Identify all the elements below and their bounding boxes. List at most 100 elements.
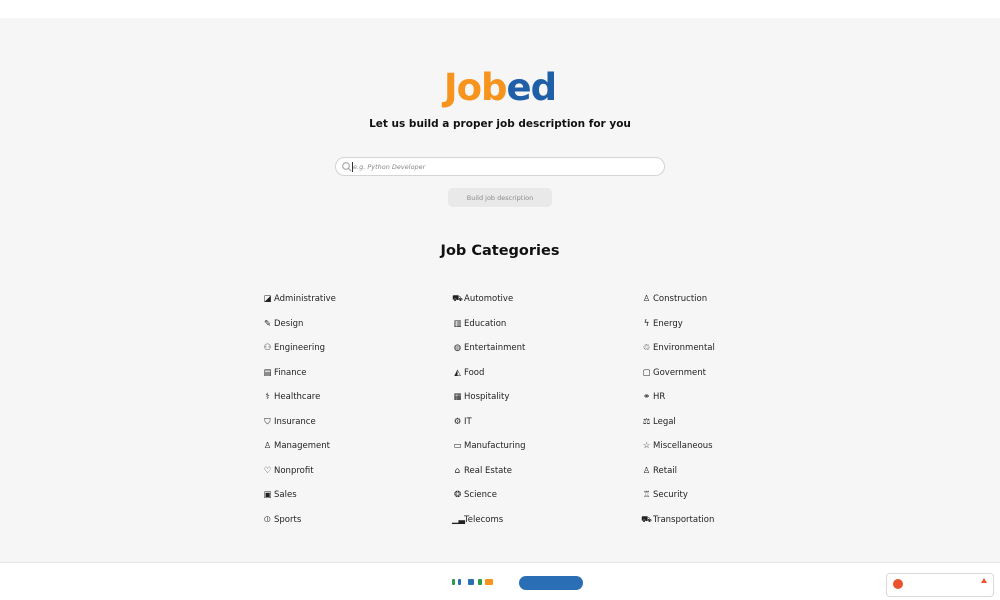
category-security[interactable]: ♖ Security: [641, 488, 688, 502]
category-label: Education: [464, 318, 507, 329]
category-manufacturing[interactable]: ▭ Manufacturing: [452, 439, 526, 453]
gear-icon: ⚙: [453, 416, 462, 427]
logo-part-ed: ed: [506, 66, 558, 109]
category-label: Administrative: [274, 294, 336, 304]
category-environmental[interactable]: ♲ Environmental: [641, 341, 715, 355]
car-icon: ⛟: [452, 294, 463, 304]
categories-grid: ◪ Administrative ✎ Design ⚇ Engineering ▤ Fi…: [262, 292, 742, 542]
category-label: Automotive: [464, 294, 514, 304]
category-label: Healthcare: [274, 392, 321, 402]
category-administrative[interactable]: ◪ Administrative: [262, 292, 336, 306]
category-entertainment[interactable]: ◍ Entertainment: [452, 341, 526, 355]
category-it[interactable]: ⚙ IT: [452, 415, 472, 429]
clipboard-icon: ▢: [642, 367, 651, 378]
briefcase-icon: ▣: [263, 490, 272, 500]
recycle-icon: ♲: [642, 343, 651, 353]
dumbbell-icon: ⦶: [264, 514, 271, 525]
upvote-icon: [981, 578, 987, 583]
star-icon: ☆: [642, 441, 651, 451]
category-automotive[interactable]: ⛟ Automotive: [452, 292, 513, 306]
truck-icon: ⛟: [641, 514, 652, 525]
pencil-icon: ✎: [263, 318, 272, 329]
category-label: Food: [464, 367, 485, 378]
category-label: Retail: [653, 465, 678, 476]
category-transportation[interactable]: ⛟ Transportation: [641, 513, 714, 527]
category-engineering[interactable]: ⚇ Engineering: [262, 341, 325, 355]
category-insurance[interactable]: ⛉ Insurance: [262, 415, 316, 429]
category-legal[interactable]: ⚖ Legal: [641, 415, 676, 429]
category-label: Manufacturing: [464, 441, 526, 451]
featured-badge[interactable]: [886, 573, 994, 597]
category-label: Sales: [274, 490, 297, 500]
guard-icon: ♖: [642, 490, 651, 500]
house-icon: ⌂: [454, 465, 461, 476]
category-label: Energy: [653, 318, 683, 329]
category-label: Government: [653, 367, 707, 378]
category-sports[interactable]: ⦶ Sports: [262, 513, 301, 527]
category-label: Transportation: [653, 514, 715, 525]
category-label: Telecoms: [464, 514, 504, 525]
job-title-input[interactable]: [353, 160, 653, 174]
category-management[interactable]: ♙ Management: [262, 439, 330, 453]
factory-icon: ▭: [453, 441, 462, 451]
build-job-description-button[interactable]: Build job description: [448, 188, 552, 207]
category-sales[interactable]: ▣ Sales: [262, 488, 297, 502]
category-food[interactable]: ◭ Food: [452, 366, 484, 380]
category-label: Design: [274, 318, 304, 329]
category-healthcare[interactable]: ⚕ Healthcare: [262, 390, 320, 404]
category-hr[interactable]: ⚭ HR: [641, 390, 665, 404]
category-label: Miscellaneous: [653, 441, 713, 451]
bolt-icon: ϟ: [643, 318, 650, 329]
category-science[interactable]: ❂ Science: [452, 488, 497, 502]
category-label: Hospitality: [464, 392, 510, 402]
category-label: Insurance: [274, 416, 316, 427]
cashier-icon: ♙: [642, 465, 651, 476]
category-nonprofit[interactable]: ♡ Nonprofit: [262, 464, 314, 478]
category-label: Finance: [274, 367, 307, 378]
category-label: Real Estate: [464, 465, 512, 476]
category-construction[interactable]: ♙ Construction: [641, 292, 707, 306]
job-categories-title: Job Categories: [440, 243, 560, 259]
hotel-icon: ▦: [453, 392, 462, 402]
category-education[interactable]: ▥ Education: [452, 317, 506, 331]
folder-icon: ◪: [263, 294, 272, 304]
category-government[interactable]: ▢ Government: [641, 366, 706, 380]
category-label: Sports: [274, 514, 302, 525]
ledger-icon: ▤: [263, 367, 272, 378]
logo: Jobed: [0, 66, 1000, 109]
hardhat-icon: ♙: [642, 294, 651, 304]
atom-icon: ❂: [453, 490, 462, 500]
category-label: Engineering: [274, 343, 325, 353]
main-section: Jobed Let us build a proper job descript…: [0, 18, 1000, 562]
category-label: Science: [464, 490, 497, 500]
category-real-estate[interactable]: ⌂ Real Estate: [452, 464, 512, 478]
category-finance[interactable]: ▤ Finance: [262, 366, 307, 380]
category-label: Construction: [653, 294, 708, 304]
category-label: Management: [274, 441, 330, 451]
engineer-icon: ⚇: [263, 343, 272, 353]
category-telecoms[interactable]: ▁▃ Telecoms: [452, 513, 503, 527]
category-label: HR: [653, 392, 666, 402]
book-icon: ▥: [453, 318, 462, 329]
scales-icon: ⚖: [642, 416, 651, 427]
category-hospitality[interactable]: ▦ Hospitality: [452, 390, 509, 404]
search-box[interactable]: [335, 157, 665, 176]
palette-icon: ◍: [453, 343, 462, 353]
food-icon: ◭: [454, 367, 461, 378]
footer-badge-button[interactable]: [519, 576, 583, 590]
category-design[interactable]: ✎ Design: [262, 317, 303, 331]
doctor-icon: ⚕: [265, 392, 270, 402]
category-label: Environmental: [653, 343, 715, 353]
category-energy[interactable]: ϟ Energy: [641, 317, 683, 331]
handshake-icon: ⚭: [642, 392, 651, 402]
category-label: Entertainment: [464, 343, 526, 353]
category-label: IT: [464, 416, 472, 427]
category-retail[interactable]: ♙ Retail: [641, 464, 677, 478]
footer-logo-graphic: [452, 575, 512, 585]
top-strip: [0, 0, 1000, 18]
manager-icon: ♙: [263, 441, 272, 451]
badge-logo-icon: [893, 579, 903, 589]
hero-subtitle: Let us build a proper job description fo…: [369, 118, 631, 130]
category-label: Nonprofit: [274, 465, 314, 476]
category-miscellaneous[interactable]: ☆ Miscellaneous: [641, 439, 713, 453]
